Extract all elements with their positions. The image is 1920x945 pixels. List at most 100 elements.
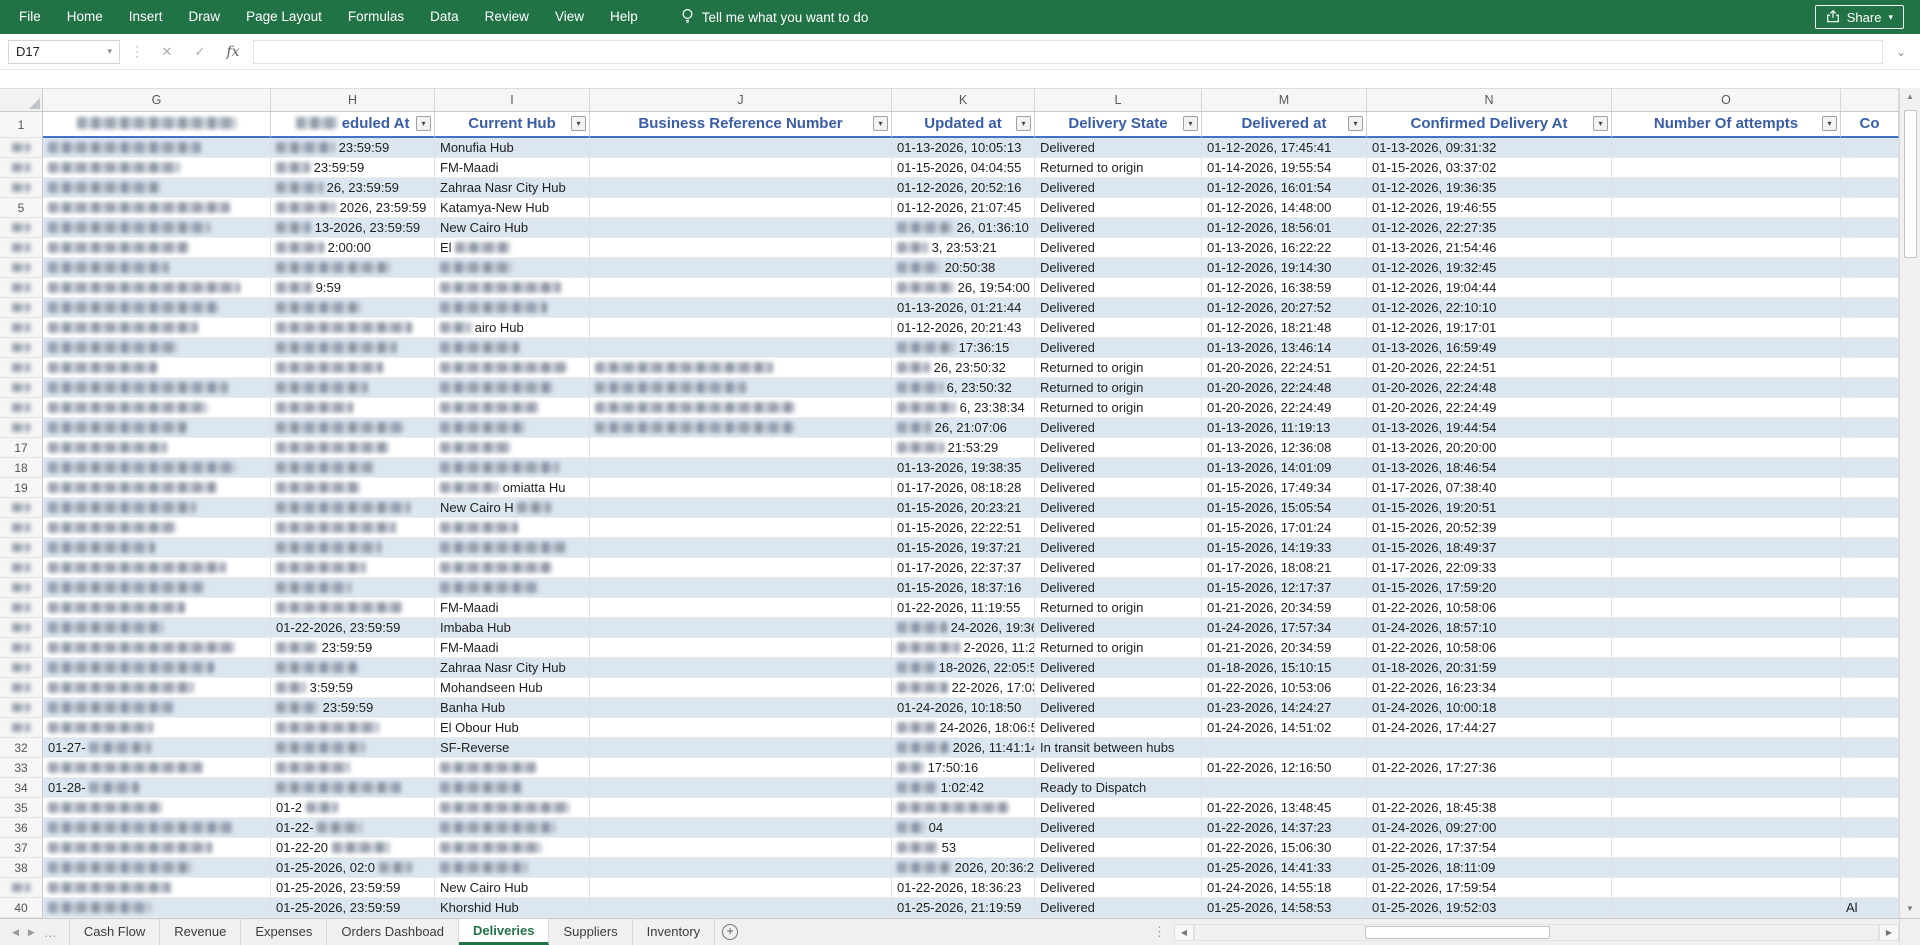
tell-me-box[interactable]: Tell me what you want to do [681, 8, 868, 27]
cell-I8[interactable] [435, 258, 590, 278]
cell-O8[interactable] [1612, 258, 1841, 278]
column-header-N[interactable]: N [1367, 89, 1612, 111]
column-title-M[interactable]: Delivered at ▾ [1202, 112, 1367, 138]
cell-P32[interactable] [1841, 738, 1899, 758]
cell-P10[interactable] [1841, 298, 1899, 318]
cell-H29[interactable]: 3:59:59 [271, 678, 435, 698]
cell-O12[interactable] [1612, 338, 1841, 358]
cell-O31[interactable] [1612, 718, 1841, 738]
row-header-23[interactable] [0, 558, 43, 578]
cell-H14[interactable] [271, 378, 435, 398]
cell-L38[interactable]: Delivered [1035, 858, 1202, 878]
cell-N11[interactable]: 01-12-2026, 19:17:01 [1367, 318, 1612, 338]
cell-J15[interactable] [590, 398, 892, 418]
cell-J30[interactable] [590, 698, 892, 718]
cell-K3[interactable]: 01-15-2026, 04:04:55 [892, 158, 1035, 178]
cell-G21[interactable] [43, 518, 271, 538]
tab-splitter-handle[interactable]: ⋮ [1145, 924, 1174, 940]
sheet-tab-expenses[interactable]: Expenses [241, 919, 328, 945]
cell-G30[interactable] [43, 698, 271, 718]
column-title-P[interactable]: Co [1841, 112, 1899, 138]
row-header-25[interactable] [0, 598, 43, 618]
column-title-J[interactable]: Business Reference Number ▾ [590, 112, 892, 138]
cell-I15[interactable] [435, 398, 590, 418]
cell-P3[interactable] [1841, 158, 1899, 178]
cell-N32[interactable] [1367, 738, 1612, 758]
ribbon-tab-insert[interactable]: Insert [116, 0, 176, 34]
cell-J18[interactable] [590, 458, 892, 478]
cell-L37[interactable]: Delivered [1035, 838, 1202, 858]
cell-K21[interactable]: 01-15-2026, 22:22:51 [892, 518, 1035, 538]
cell-N6[interactable]: 01-12-2026, 22:27:35 [1367, 218, 1612, 238]
confirm-entry-button[interactable]: ✓ [187, 44, 213, 60]
cell-P30[interactable] [1841, 698, 1899, 718]
cell-O18[interactable] [1612, 458, 1841, 478]
cell-N8[interactable]: 01-12-2026, 19:32:45 [1367, 258, 1612, 278]
cell-H17[interactable] [271, 438, 435, 458]
ribbon-tab-formulas[interactable]: Formulas [335, 0, 417, 34]
cell-O35[interactable] [1612, 798, 1841, 818]
cell-I31[interactable]: El Obour Hub [435, 718, 590, 738]
cell-K25[interactable]: 01-22-2026, 11:19:55 [892, 598, 1035, 618]
cell-I3[interactable]: FM-Maadi [435, 158, 590, 178]
cell-H19[interactable] [271, 478, 435, 498]
cell-N17[interactable]: 01-13-2026, 20:20:00 [1367, 438, 1612, 458]
cell-G6[interactable] [43, 218, 271, 238]
cell-G17[interactable] [43, 438, 271, 458]
filter-button-K[interactable]: ▾ [1016, 116, 1031, 131]
cell-P39[interactable] [1841, 878, 1899, 898]
vertical-scrollbar[interactable]: ▲ ▼ [1899, 88, 1920, 918]
cell-J7[interactable] [590, 238, 892, 258]
cell-K23[interactable]: 01-17-2026, 22:37:37 [892, 558, 1035, 578]
cell-P29[interactable] [1841, 678, 1899, 698]
cell-H21[interactable] [271, 518, 435, 538]
column-title-I[interactable]: Current Hub ▾ [435, 112, 590, 138]
row-header-33[interactable]: 33 [0, 758, 43, 778]
cell-H25[interactable] [271, 598, 435, 618]
column-title-O[interactable]: Number Of attempts ▾ [1612, 112, 1841, 138]
cell-O29[interactable] [1612, 678, 1841, 698]
cell-I23[interactable] [435, 558, 590, 578]
row-header-30[interactable] [0, 698, 43, 718]
cell-N30[interactable]: 01-24-2026, 10:00:18 [1367, 698, 1612, 718]
row-header-20[interactable] [0, 498, 43, 518]
cell-M39[interactable]: 01-24-2026, 14:55:18 [1202, 878, 1367, 898]
column-title-K[interactable]: Updated at ▾ [892, 112, 1035, 138]
sheet-tab-orders-dashboad[interactable]: Orders Dashboad [327, 919, 460, 945]
cell-I4[interactable]: Zahraa Nasr City Hub [435, 178, 590, 198]
cell-J23[interactable] [590, 558, 892, 578]
row-header-26[interactable] [0, 618, 43, 638]
cell-G39[interactable] [43, 878, 271, 898]
cell-H8[interactable] [271, 258, 435, 278]
cell-I32[interactable]: SF-Reverse [435, 738, 590, 758]
cell-J25[interactable] [590, 598, 892, 618]
cell-P16[interactable] [1841, 418, 1899, 438]
cell-K32[interactable]: 2026, 11:41:14 [892, 738, 1035, 758]
cell-I36[interactable] [435, 818, 590, 838]
cell-M22[interactable]: 01-15-2026, 14:19:33 [1202, 538, 1367, 558]
cell-M2[interactable]: 01-12-2026, 17:45:41 [1202, 138, 1367, 158]
cell-P23[interactable] [1841, 558, 1899, 578]
cell-K40[interactable]: 01-25-2026, 21:19:59 [892, 898, 1035, 918]
sheet-scroll-right-icon[interactable]: ▶ [28, 927, 35, 938]
cell-N26[interactable]: 01-24-2026, 18:57:10 [1367, 618, 1612, 638]
cell-L19[interactable]: Delivered [1035, 478, 1202, 498]
sheet-scroll-left-icon[interactable]: ◀ [12, 927, 19, 938]
cell-H2[interactable]: 23:59:59 [271, 138, 435, 158]
column-header-L[interactable]: L [1035, 89, 1202, 111]
cell-M28[interactable]: 01-18-2026, 15:10:15 [1202, 658, 1367, 678]
cell-I2[interactable]: Monufia Hub [435, 138, 590, 158]
cell-I5[interactable]: Katamya-New Hub [435, 198, 590, 218]
cell-G38[interactable] [43, 858, 271, 878]
cell-N38[interactable]: 01-25-2026, 18:11:09 [1367, 858, 1612, 878]
row-header-27[interactable] [0, 638, 43, 658]
column-header-M[interactable]: M [1202, 89, 1367, 111]
cell-P15[interactable] [1841, 398, 1899, 418]
cell-N3[interactable]: 01-15-2026, 03:37:02 [1367, 158, 1612, 178]
row-header-17[interactable]: 17 [0, 438, 43, 458]
cell-K17[interactable]: 21:53:29 [892, 438, 1035, 458]
cell-K11[interactable]: 01-12-2026, 20:21:43 [892, 318, 1035, 338]
cell-H24[interactable] [271, 578, 435, 598]
cell-K33[interactable]: 17:50:16 [892, 758, 1035, 778]
cell-P28[interactable] [1841, 658, 1899, 678]
